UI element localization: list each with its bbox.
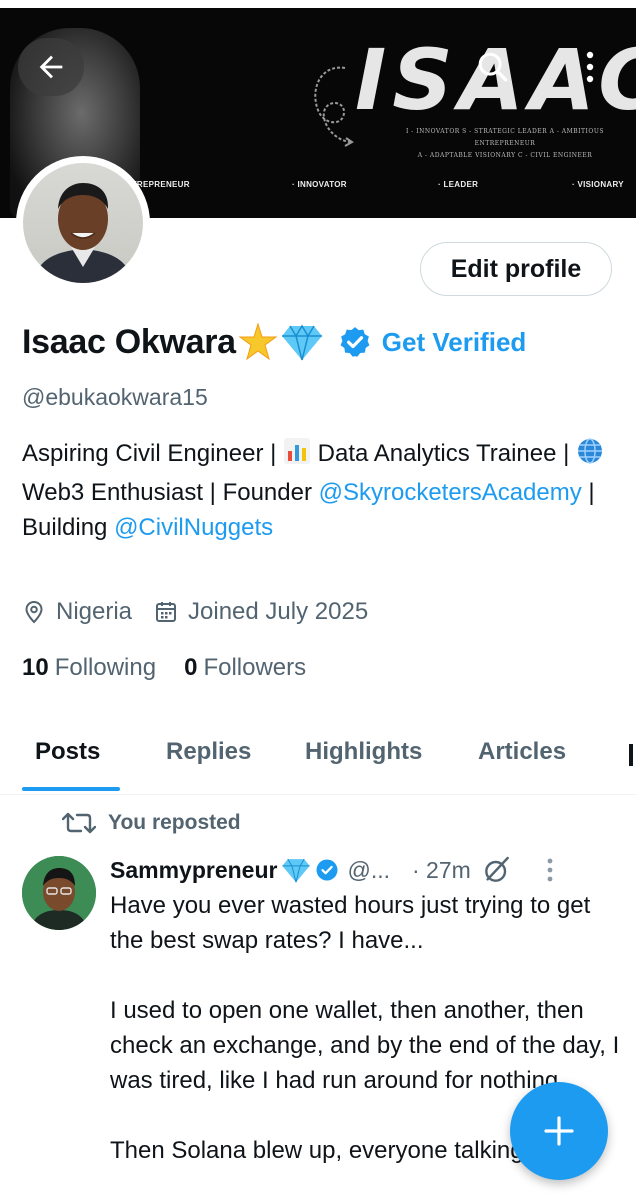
search-button[interactable]	[466, 40, 520, 94]
post-header: Sammypreneur @... · 27m	[110, 854, 555, 886]
banner-logo-caption: I - INNOVATOR S - STRATEGIC LEADER A - A…	[380, 126, 630, 162]
banner-caption-line: I - INNOVATOR S - STRATEGIC LEADER A - A…	[405, 128, 604, 147]
followers-count: 0	[184, 654, 198, 681]
glowing-star-emoji-icon	[238, 322, 278, 361]
mention-link-civilnuggets[interactable]: @CivilNuggets	[114, 514, 273, 541]
edit-profile-button[interactable]: Edit profile	[420, 242, 612, 296]
followers-label: Followers	[203, 654, 307, 681]
location-pin-icon	[25, 600, 43, 624]
search-icon	[478, 52, 508, 82]
post-avatar-figure	[22, 856, 96, 930]
followers-link[interactable]: 0 Followers	[184, 654, 306, 682]
calendar-icon	[156, 602, 177, 622]
post-author-handle: @...	[347, 856, 390, 883]
follow-stats: 10 Following 0 Followers	[22, 654, 306, 682]
profile-bio: Aspiring Civil Engineer | Data Analytics…	[22, 436, 622, 545]
profile-handle: @ebukaokwara15	[22, 384, 208, 410]
logo-swirl-icon	[314, 66, 354, 147]
banner-caption-line: A - ADAPTABLE VISIONARY C - CIVIL ENGINE…	[417, 152, 593, 159]
more-button[interactable]	[570, 40, 610, 94]
banner-tag: · VISIONARY	[572, 180, 624, 189]
post-paragraph: I used to open one wallet, then another,…	[110, 997, 620, 1094]
post-more-icon[interactable]	[545, 857, 555, 883]
bio-text: Aspiring Civil Engineer |	[22, 440, 284, 467]
tab-overflow-cut	[629, 744, 633, 766]
more-vertical-icon	[586, 51, 594, 83]
post-author-avatar[interactable]	[22, 856, 96, 930]
profile-joined: Joined July 2025	[188, 598, 369, 625]
post-spacer	[110, 958, 620, 993]
bar-chart-emoji-icon	[283, 437, 311, 475]
following-link[interactable]: 10 Following	[22, 654, 156, 682]
bio-text: Web3 Enthusiast | Founder	[22, 479, 319, 506]
tab-articles[interactable]: Articles	[478, 738, 566, 766]
arrow-left-icon	[39, 55, 63, 79]
profile-avatar[interactable]	[16, 156, 150, 290]
repost-indicator: You reposted	[62, 810, 241, 836]
gem-emoji-icon	[282, 858, 311, 883]
get-verified-link[interactable]: Get Verified	[382, 327, 527, 358]
post-paragraph: Have you ever wasted hours just trying t…	[110, 892, 591, 954]
verified-badge-icon	[316, 859, 338, 881]
tab-posts[interactable]: Posts	[35, 738, 100, 766]
following-label: Following	[54, 654, 157, 681]
name-row: Isaac Okwara Get Verified	[22, 318, 526, 366]
repost-icon	[62, 812, 96, 834]
post-timestamp: · 27m	[412, 856, 471, 883]
avatar-photo	[23, 163, 143, 283]
profile-location: Nigeria	[56, 598, 133, 625]
profile-tabs: Posts Replies Highlights Articles	[0, 722, 636, 795]
profile-meta: Nigeria Joined July 2025	[22, 598, 368, 626]
compose-button[interactable]	[510, 1082, 608, 1180]
banner-tag: · INNOVATOR	[292, 180, 347, 189]
avatar-figure	[33, 183, 133, 283]
tab-replies[interactable]: Replies	[166, 738, 251, 766]
mention-link-skyrocketers[interactable]: @SkyrocketersAcademy	[319, 479, 582, 506]
back-button[interactable]	[18, 38, 84, 96]
verified-badge-icon	[340, 327, 370, 357]
display-name: Isaac Okwara	[22, 322, 236, 361]
plus-icon	[544, 1116, 574, 1146]
post-author-name[interactable]: Sammypreneur	[110, 857, 277, 884]
gem-emoji-icon	[281, 324, 322, 361]
grok-icon[interactable]	[481, 854, 513, 886]
globe-emoji-icon	[576, 437, 604, 475]
tab-highlights[interactable]: Highlights	[305, 738, 422, 766]
active-tab-indicator	[22, 787, 120, 791]
bio-text: Data Analytics Trainee |	[311, 440, 577, 467]
following-count: 10	[22, 654, 49, 681]
repost-label: You reposted	[108, 811, 241, 834]
banner-tag: · LEADER	[438, 180, 479, 189]
